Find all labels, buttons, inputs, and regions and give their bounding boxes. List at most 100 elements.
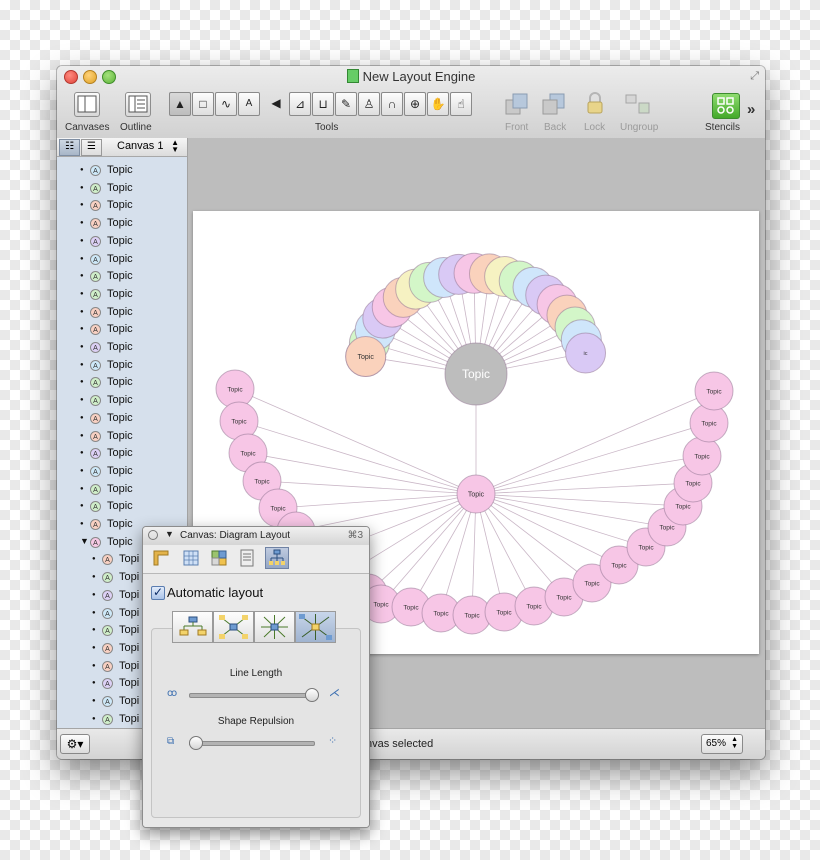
bullet-icon: ● [92,715,96,722]
layout-force-directed-button[interactable] [295,611,336,643]
back-icon[interactable] [541,91,567,117]
topic-node[interactable]: Topic [682,436,722,476]
shape-repulsion-slider-knob[interactable] [189,736,203,750]
outline-row[interactable]: ● A Topic [57,374,187,392]
outline-row[interactable]: ● A Topic [57,428,187,446]
data-tab-icon[interactable] [237,548,257,568]
bullet-icon: ● [80,379,84,386]
topic-badge-icon: A [102,572,113,584]
bullet-icon: ● [92,627,96,634]
outline-row[interactable]: ● A Topic [57,498,187,516]
line-length-slider-track[interactable] [189,693,315,698]
outline-row[interactable]: ● A Topic [57,197,187,215]
topic-node-label: Topic [706,388,722,395]
hierarchy-view-button[interactable]: ☷ [59,139,80,156]
lock-icon[interactable] [584,91,606,117]
outline-row[interactable]: ● A Topic [57,233,187,251]
disclosure-triangle-icon[interactable]: ▼ [165,529,174,539]
layers-tab-icon[interactable] [209,548,229,568]
canvas-size-tab-icon[interactable] [151,548,171,568]
topic-badge-icon: A [102,660,113,672]
automatic-layout-checkbox[interactable]: ✓ [151,586,165,600]
line-length-label: Line Length [229,668,283,679]
topic-node[interactable]: Topic [444,342,508,406]
outline-row[interactable]: ● A Topic [57,268,187,286]
layout-circular-button[interactable] [254,611,295,643]
outline-row[interactable]: ● A Topic [57,463,187,481]
topic-node-label: Topic [240,450,256,457]
stamp-tool[interactable]: ♙ [358,92,380,116]
shape-repulsion-slider-track[interactable] [189,741,315,746]
tools-prev-icon[interactable]: ◀ [269,92,283,116]
zoom-select[interactable]: 65% ▲ ▼ [701,734,743,754]
stencils-button[interactable] [712,93,740,119]
diagram-tool[interactable]: ⊿ [289,92,311,116]
inspector-close-icon[interactable] [148,530,158,540]
bullet-icon: ● [80,255,84,262]
toolbar-overflow-icon[interactable]: » [747,101,755,118]
topic-node[interactable]: ic [565,332,607,374]
text-tool[interactable]: A [238,92,260,116]
fullscreen-icon[interactable]: ⤢ [750,70,759,83]
bullet-icon: ● [80,344,84,350]
topic-node[interactable]: Topic [456,474,496,514]
canvas-select[interactable]: Canvas 1 ▲ ▼ [109,139,185,154]
outline-row[interactable]: ● A Topic [57,410,187,428]
bullet-icon: ● [80,290,84,297]
outline-row[interactable]: ● A Topic [57,215,187,233]
selection-tool[interactable]: ▲ [169,92,191,116]
ungroup-icon[interactable] [623,91,653,117]
topic-node[interactable]: Topic [694,371,734,411]
style-brush-tool[interactable]: ✎ [335,92,357,116]
shape-tool[interactable]: □ [192,92,214,116]
layout-hierarchical-button[interactable] [172,611,213,643]
outline-row[interactable]: ● A Topic [57,286,187,304]
outline-row[interactable]: ● A Topic [57,339,187,357]
topic-badge-icon: A [90,377,101,389]
outline-row[interactable]: ● A Topic [57,445,187,463]
topic-badge-icon: A [90,165,101,176]
disclosure-expanded-icon[interactable]: ▼ [80,536,89,546]
layout-radial-button[interactable] [213,611,254,643]
canvases-button[interactable] [74,92,100,117]
topic-node-label: Topic [468,491,485,498]
line-tool[interactable]: ∿ [215,92,237,116]
outline-row[interactable]: ● A Topic [57,180,187,198]
hand-tool[interactable]: ✋ [427,92,449,116]
action-menu-button[interactable]: ⚙▾ [60,734,90,754]
line-length-slider-knob[interactable] [305,688,319,702]
outline-row[interactable]: ● A Topic [57,392,187,410]
grid-tab-icon[interactable] [181,548,201,568]
topic-node-label: Topic [227,386,243,393]
outline-row[interactable]: ● A Topic [57,304,187,322]
front-icon[interactable] [504,91,530,117]
rubber-stamp-tool[interactable]: ∩ [381,92,403,116]
zoom-tool[interactable]: ⊕ [404,92,426,116]
outline-row[interactable]: ● A Topic [57,251,187,269]
topic-node[interactable]: Topic [345,335,387,377]
document-icon [346,69,359,83]
outline-row-label: Topi [119,571,140,584]
bullet-icon: ● [80,184,84,191]
magnet-tool[interactable]: ⊔ [312,92,334,116]
list-view-button[interactable]: ☰ [81,139,102,156]
outline-button[interactable] [125,92,151,117]
connector-line [367,493,477,594]
tools-label: Tools [315,122,339,133]
diagram-layout-tab-icon[interactable] [265,547,289,569]
ungroup-svg [625,94,650,114]
outline-row[interactable]: ● A Topic [57,162,187,180]
bullet-icon: ● [92,662,96,669]
topic-badge-icon: A [102,713,113,725]
outline-row[interactable]: ● A Topic [57,321,187,339]
browse-tool[interactable]: ☝ [450,92,472,116]
inspector-title: Canvas: Diagram Layout [180,530,291,541]
topic-badge-icon: A [90,430,101,442]
topic-badge-icon: A [90,519,101,530]
outline-row[interactable]: ● A Topic [57,481,187,499]
outline-row[interactable]: ● A Topic [57,357,187,375]
automatic-layout-label: Automatic layout [167,585,264,600]
topic-node-label: Topic [403,604,419,611]
topic-node-label: Topic [433,610,449,617]
topic-node-label: Topic [685,480,701,487]
